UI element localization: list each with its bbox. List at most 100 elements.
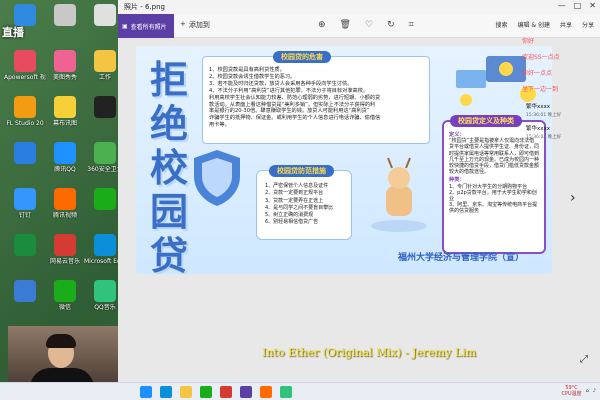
photos-taskbar-icon[interactable] (240, 386, 252, 398)
desktop-shortcut-label: 腾讯QQ (54, 166, 76, 173)
see-all-photos-button[interactable]: ▣ 查看所有照片 (118, 14, 174, 38)
viewer-count: 人气：594 (566, 18, 596, 25)
app-icon (14, 234, 36, 256)
app-icon (94, 280, 116, 302)
app-icon (94, 142, 116, 164)
delete-icon[interactable]: 🗑 (340, 20, 351, 30)
plus-icon: + (180, 20, 186, 28)
desktop-shortcut[interactable] (4, 4, 46, 50)
crop-icon[interactable]: ⌗ (409, 20, 414, 30)
desktop-shortcut[interactable] (44, 4, 86, 50)
edge-icon[interactable] (160, 386, 172, 398)
video-icon[interactable] (260, 386, 272, 398)
list-item: 1、校园贷款是具有高利贷性质。 (209, 67, 285, 73)
harm-card: 校园贷的危害 1、校园贷款是具有高利贷性质。 2、校园贷款会诱生借款学生的恶习。 3… (202, 51, 430, 144)
desktop-shortcut[interactable]: 美图秀秀 (44, 50, 86, 96)
qqmusic-icon[interactable] (280, 386, 292, 398)
desktop-shortcut-label: Apowersoft 视频编辑王 (4, 74, 46, 81)
app-icon (94, 234, 116, 256)
rotate-icon[interactable]: ↻ (387, 20, 395, 30)
desktop-shortcut[interactable]: FL Studio 20 (4, 96, 46, 142)
list-item: 4、是与同学之间不要盲目攀比 (265, 204, 334, 211)
close-button[interactable]: ✕ (589, 1, 596, 10)
toolbar-icons: ⊕ 🗑 ♡ ↻ ⌗ (318, 20, 414, 30)
desktop-shortcut[interactable]: 幕布讯图 (44, 96, 86, 142)
cpu-indicator: 59°C CPU温度 (561, 385, 581, 397)
list-item: 6、别轻易相信借贷广告 (265, 219, 319, 226)
start-icon[interactable] (140, 386, 152, 398)
app-icon (94, 4, 116, 26)
music-icon[interactable] (220, 386, 232, 398)
list-item: 诈骗学生的抵押物、保证金。或利用学生的个人信息进行电话诈骗、偷借信 (209, 115, 381, 122)
app-icon (14, 4, 36, 26)
add-to-label: 添加到 (188, 21, 210, 29)
desktop-shortcut[interactable]: Apowersoft 视频编辑王 (4, 50, 46, 96)
desktop-shortcut[interactable]: 腾讯QQ (44, 142, 86, 188)
desktop-shortcut[interactable] (4, 234, 46, 280)
list-item: 3、若不能及时归还贷款，放贷人会采用各种手段向学生讨债。 (209, 80, 353, 87)
taskbar-icons (140, 386, 292, 398)
now-playing-overlay: Into Ether (Original Mix) - Jeremy Lim (262, 346, 477, 359)
desktop-shortcut[interactable] (4, 280, 46, 326)
system-tray: 59°C CPU温度 ⌂ ♪ (561, 385, 596, 397)
desktop-shortcut-label: 微信 (58, 304, 71, 311)
minimize-button[interactable]: — (558, 1, 566, 10)
chat-message: 你好一点点 (522, 70, 553, 77)
harm-list: 1、校园贷款是具有高利贷性质。 2、校园贷款会诱生借款学生的恶习。 3、若不能及时归… (209, 67, 423, 129)
favorite-icon[interactable]: ♡ (365, 20, 373, 30)
prevent-title: 校园贷防范措施 (269, 165, 334, 177)
app-icon (14, 50, 36, 72)
toolbar-search-button[interactable]: 搜索 (495, 20, 507, 29)
list-item: 4、不法分子利用“高利贷”进行其他犯罪，不法分子将目标对准高校。 (209, 87, 369, 94)
big-title-char: 园 (149, 189, 188, 234)
chat-message: 欢迎SS一点点 (522, 54, 560, 61)
chat-message: 坐下一边一到 (522, 86, 559, 93)
window-controls: — □ ✕ (558, 1, 596, 10)
desktop-shortcut[interactable] (4, 142, 46, 188)
list-item: 5、树立正确的消费观 (265, 212, 314, 219)
folder-icon[interactable] (180, 386, 192, 398)
app-icon (14, 188, 36, 210)
desktop-shortcut-label: 腾讯视频 (52, 212, 77, 219)
app-icon (54, 50, 76, 72)
list-item: 2、贷款一定要到正规平台 (265, 190, 324, 197)
app-icon (54, 280, 76, 302)
fullscreen-icon[interactable]: ⤢ (580, 354, 588, 365)
desktop-shortcut-label: 幕布讯图 (52, 120, 77, 127)
app-icon (14, 96, 36, 118)
chat-user: 繁华xxxx (526, 104, 551, 110)
definition-title: 校园贷定义及种类 (450, 115, 522, 127)
live-chat-overlay: 人气：594 你好 欢迎SS一点点 你好一点点 坐下一边一到 繁华xxxx 15… (518, 14, 600, 204)
prevent-card: 校园贷防范措施 1、严密保管个人信息及证件 2、贷款一定要到正规平台 3、贷款一定要… (256, 165, 352, 240)
app-icon (14, 142, 36, 164)
app-icon (54, 188, 76, 210)
zoom-icon[interactable]: ⊕ (318, 20, 326, 30)
desktop-shortcut[interactable]: 钉钉 (4, 188, 46, 234)
desktop-shortcut-label: 网易云音乐 (49, 258, 80, 265)
app-icon (54, 4, 76, 26)
list-item: 2、校园贷款会诱生借款学生的恶习。 (209, 73, 296, 80)
desktop-shortcut-label: 美图秀秀 (52, 74, 77, 81)
app-icon (94, 50, 116, 72)
chat-time: 15:36:01 晚上好 (526, 113, 562, 118)
webcam-person-hair (46, 334, 76, 348)
network-icon[interactable]: ⌂ (586, 388, 589, 394)
shield-illustration (194, 150, 240, 206)
volume-icon[interactable]: ♪ (593, 388, 596, 394)
app-icon (94, 188, 116, 210)
desktop-shortcut-label: FL Studio 20 (6, 120, 44, 127)
school-name: 福州大学经济与管理学院（宣） (398, 253, 525, 263)
taskbar: 59°C CPU温度 ⌂ ♪ (0, 382, 600, 400)
list-item: 款活动。从表面上看这种借贷是“美利多销”，但实际上不法分子获得的利 (209, 101, 376, 108)
maximize-button[interactable]: □ (574, 1, 582, 10)
wechat-icon[interactable] (200, 386, 212, 398)
desktop-shortcut[interactable]: 微信 (44, 280, 86, 326)
poster-image: 拒 绝 校 园 贷 校园贷的危害 1、校园贷款是具有高利贷性质。 2、校园贷款会诱… (136, 46, 552, 274)
cpu-label: CPU温度 (561, 391, 582, 397)
desktop-shortcut[interactable]: 网易云音乐 (44, 234, 86, 280)
desktop-shortcut[interactable]: 腾讯视频 (44, 188, 86, 234)
title-bar: 照片 - 6.png — □ ✕ (118, 0, 600, 14)
add-to-button[interactable]: + 添加到 (180, 20, 210, 30)
big-title-char: 贷 (149, 233, 188, 275)
list-item: 3、阿里、京东、淘宝等传统电商平台提供的信贷服务 (449, 202, 538, 215)
